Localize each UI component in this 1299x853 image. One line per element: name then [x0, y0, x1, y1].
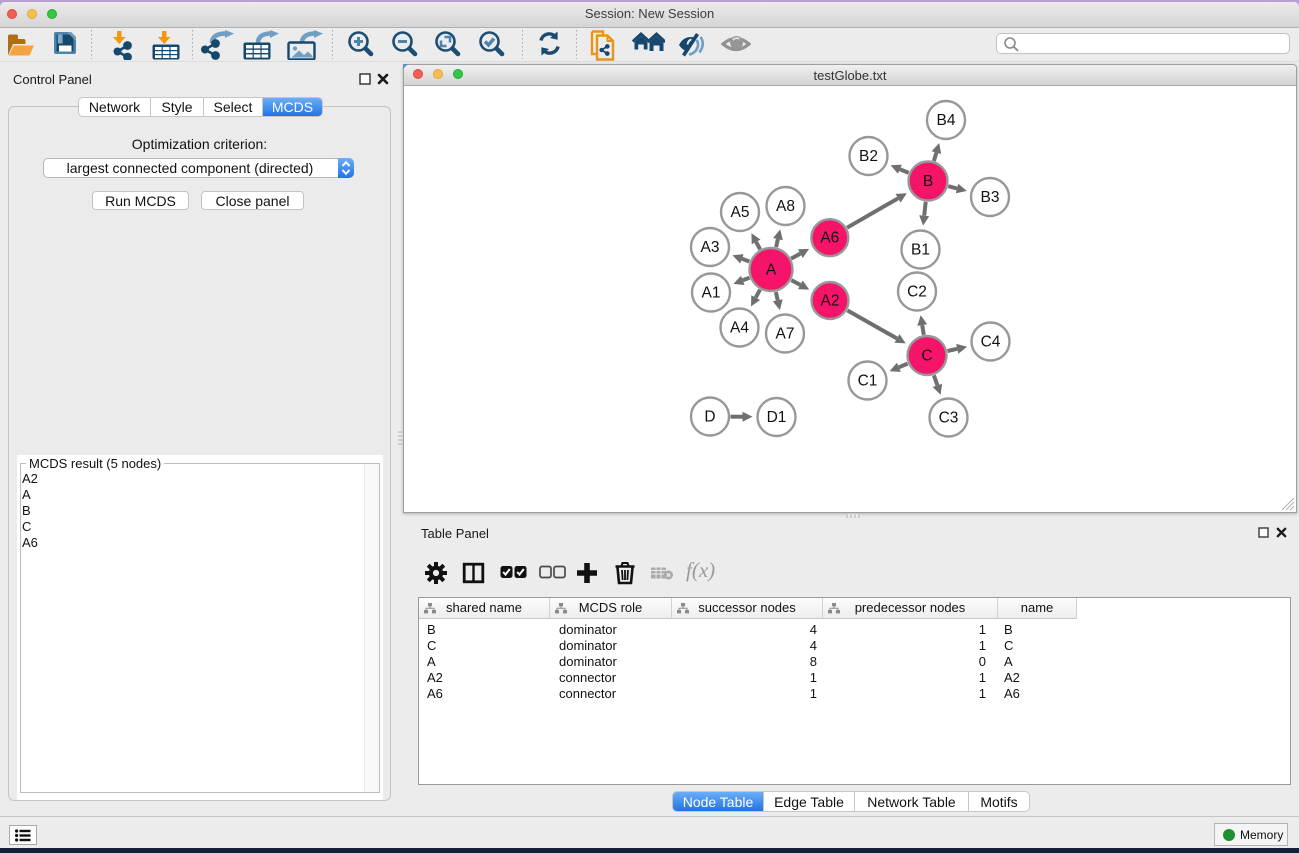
- svg-text:A7: A7: [776, 326, 795, 343]
- svg-text:B: B: [923, 173, 933, 190]
- svg-text:B1: B1: [911, 242, 930, 259]
- svg-text:B3: B3: [981, 189, 1000, 206]
- svg-text:C1: C1: [858, 373, 878, 390]
- svg-text:D: D: [704, 409, 715, 426]
- svg-text:A5: A5: [731, 204, 750, 221]
- svg-text:A4: A4: [730, 320, 749, 337]
- svg-text:C4: C4: [981, 334, 1001, 351]
- svg-text:A8: A8: [776, 198, 795, 215]
- svg-text:A3: A3: [701, 239, 720, 256]
- svg-text:A2: A2: [821, 293, 840, 310]
- svg-text:B2: B2: [859, 148, 878, 165]
- svg-text:B4: B4: [937, 112, 956, 129]
- svg-text:A6: A6: [820, 230, 839, 247]
- svg-text:A: A: [766, 262, 777, 279]
- svg-text:A1: A1: [702, 285, 721, 302]
- svg-text:C: C: [921, 348, 932, 365]
- svg-text:C3: C3: [939, 410, 959, 427]
- svg-text:C2: C2: [907, 284, 927, 301]
- svg-text:D1: D1: [767, 409, 787, 426]
